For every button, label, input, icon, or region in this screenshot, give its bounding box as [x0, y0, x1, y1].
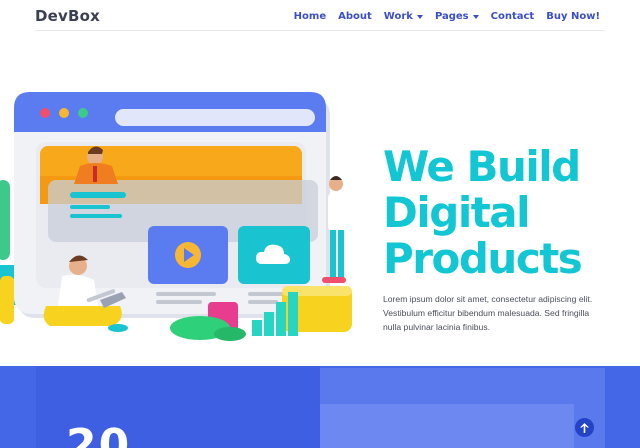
hero-title-line-2: Digital	[383, 188, 531, 237]
hero-title: We Build Digital Products	[383, 144, 633, 282]
hero-illustration	[0, 92, 352, 341]
nav-home[interactable]: Home	[294, 11, 326, 22]
hero-title-line-3: Products	[383, 234, 583, 283]
hero-title-line-1: We Build	[383, 142, 581, 191]
nav-about[interactable]: About	[338, 11, 372, 22]
nav-about-label: About	[338, 11, 372, 22]
nav-pages-dropdown[interactable]: Pages	[435, 11, 479, 22]
scroll-to-top-button[interactable]	[575, 418, 594, 437]
nav-pages-label: Pages	[434, 11, 469, 22]
nav-work-label: Work	[383, 11, 413, 22]
nav-work-dropdown[interactable]: Work	[384, 11, 423, 22]
nav-contact-label: Contact	[490, 11, 535, 22]
hero-description: Lorem ipsum dolor sit amet, consectetur …	[383, 294, 593, 332]
chevron-down-icon	[416, 15, 423, 19]
nav-buy-now[interactable]: Buy Now!	[546, 11, 600, 22]
header-divider	[35, 30, 605, 31]
main-nav: Home About Work Pages Contact Buy Now!	[294, 11, 600, 22]
nav-buy-now-label: Buy Now!	[546, 11, 600, 22]
site-header: DevBox Home About Work Pages Contact Buy…	[0, 0, 640, 32]
brand-logo[interactable]: DevBox	[35, 7, 100, 25]
nav-contact[interactable]: Contact	[491, 11, 535, 22]
nav-home-label: Home	[293, 11, 327, 22]
stat-number: 20	[66, 420, 132, 448]
chevron-down-icon	[472, 15, 479, 19]
page: DevBox Home About Work Pages Contact Buy…	[0, 0, 640, 448]
stats-card-right-inner	[320, 404, 574, 448]
arrow-up-icon	[580, 422, 589, 433]
